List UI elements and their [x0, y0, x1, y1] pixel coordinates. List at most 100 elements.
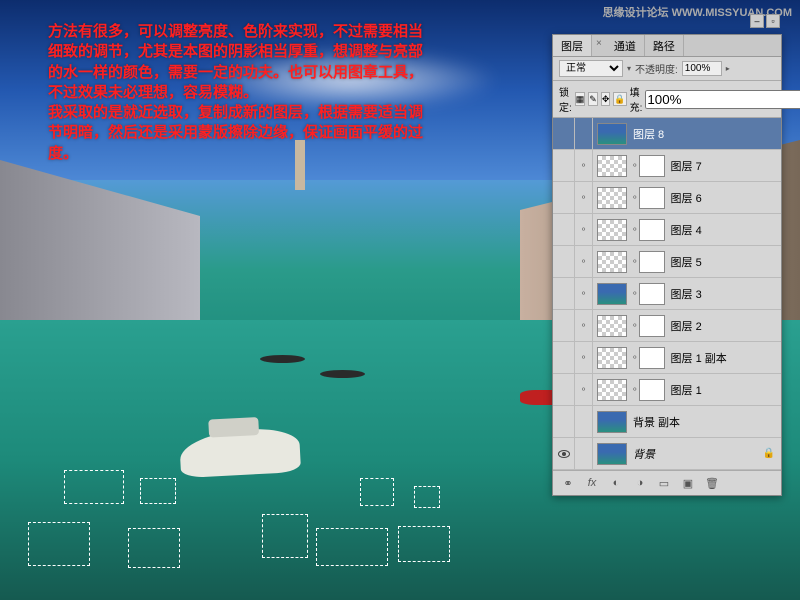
- link-column[interactable]: ⚬: [575, 214, 593, 245]
- marquee-selection[interactable]: [64, 470, 124, 504]
- layer-name[interactable]: 图层 1 副本: [669, 350, 727, 366]
- layer-thumbnail[interactable]: [597, 379, 627, 401]
- layer-row[interactable]: 背景 副本: [553, 406, 781, 438]
- layer-thumbnail[interactable]: [597, 123, 627, 145]
- layer-row[interactable]: ⚬⚬图层 2: [553, 310, 781, 342]
- marquee-selection[interactable]: [398, 526, 450, 562]
- layer-row[interactable]: ⚬⚬图层 7: [553, 150, 781, 182]
- layer-thumbnail[interactable]: [597, 411, 627, 433]
- mask-thumbnail[interactable]: [639, 347, 665, 369]
- layer-name[interactable]: 图层 6: [669, 190, 702, 206]
- link-column[interactable]: ⚬: [575, 342, 593, 373]
- marquee-selection[interactable]: [414, 486, 440, 508]
- visibility-toggle[interactable]: [553, 214, 575, 245]
- link-column[interactable]: ⚬: [575, 310, 593, 341]
- lock-controls: 锁定: ▦ ✎ ✥ 🔒 填充: ▸: [553, 81, 781, 118]
- mask-thumbnail[interactable]: [639, 187, 665, 209]
- layer-name[interactable]: 图层 8: [631, 126, 664, 142]
- marquee-selection[interactable]: [128, 528, 180, 568]
- layer-name[interactable]: 背景 副本: [631, 414, 680, 430]
- layers-list: 图层 8⚬⚬图层 7⚬⚬图层 6⚬⚬图层 4⚬⚬图层 5⚬⚬图层 3⚬⚬图层 2…: [553, 118, 781, 470]
- layer-row[interactable]: ⚬⚬图层 5: [553, 246, 781, 278]
- marquee-selection[interactable]: [140, 478, 176, 504]
- link-column[interactable]: [575, 438, 593, 469]
- layer-row[interactable]: 背景🔒: [553, 438, 781, 470]
- opacity-input[interactable]: [682, 61, 722, 76]
- tab-channels[interactable]: 通道: [606, 35, 645, 56]
- layer-thumbnail[interactable]: [597, 187, 627, 209]
- tab-paths[interactable]: 路径: [645, 35, 684, 56]
- layer-thumbnail[interactable]: [597, 315, 627, 337]
- visibility-toggle[interactable]: [553, 310, 575, 341]
- blend-mode-select[interactable]: 正常: [559, 60, 623, 77]
- layer-name[interactable]: 图层 2: [669, 318, 702, 334]
- visibility-toggle[interactable]: [553, 118, 575, 149]
- layer-name[interactable]: 图层 4: [669, 222, 702, 238]
- tab-layers[interactable]: 图层: [553, 35, 592, 56]
- layer-row[interactable]: ⚬⚬图层 1: [553, 374, 781, 406]
- mask-thumbnail[interactable]: [639, 283, 665, 305]
- mask-thumbnail[interactable]: [639, 379, 665, 401]
- layer-name[interactable]: 图层 5: [669, 254, 702, 270]
- layer-thumbnail[interactable]: [597, 251, 627, 273]
- minimize-icon[interactable]: –: [750, 14, 764, 28]
- lock-brush-icon[interactable]: ✎: [588, 92, 598, 106]
- visibility-toggle[interactable]: [553, 342, 575, 373]
- link-column[interactable]: ⚬: [575, 246, 593, 277]
- layer-row[interactable]: ⚬ ⚬ 图层 3: [553, 278, 781, 310]
- layer-row[interactable]: ⚬⚬图层 4: [553, 214, 781, 246]
- link-column[interactable]: [575, 406, 593, 437]
- lock-move-icon[interactable]: ✥: [601, 92, 611, 106]
- layer-row[interactable]: ⚬⚬图层 6: [553, 182, 781, 214]
- link-layers-icon[interactable]: ⚭: [559, 475, 577, 491]
- lock-all-icon[interactable]: 🔒: [613, 92, 626, 106]
- layer-name[interactable]: 图层 7: [669, 158, 702, 174]
- fill-input[interactable]: [645, 90, 800, 109]
- layer-thumbnail[interactable]: [597, 283, 627, 305]
- link-column[interactable]: [575, 118, 593, 149]
- layer-thumbnail[interactable]: [597, 443, 627, 465]
- visibility-toggle[interactable]: [553, 246, 575, 277]
- layer-thumbnail[interactable]: [597, 219, 627, 241]
- layers-panel: 图层 × 通道 路径 正常 ▾ 不透明度: ▸ 锁定: ▦ ✎ ✥ 🔒 填充: …: [552, 34, 782, 496]
- trash-icon[interactable]: 🗑: [703, 475, 721, 491]
- chain-icon: ⚬: [580, 256, 588, 267]
- lock-transparent-icon[interactable]: ▦: [575, 92, 586, 106]
- link-column[interactable]: ⚬: [575, 278, 593, 309]
- tab-close-icon[interactable]: ×: [592, 35, 606, 56]
- layer-thumbnail[interactable]: [597, 155, 627, 177]
- marquee-selection[interactable]: [360, 478, 394, 506]
- mask-thumbnail[interactable]: [639, 155, 665, 177]
- visibility-toggle[interactable]: [553, 374, 575, 405]
- group-icon[interactable]: ▭: [655, 475, 673, 491]
- link-column[interactable]: ⚬: [575, 150, 593, 181]
- visibility-toggle[interactable]: [553, 438, 575, 469]
- marquee-selection[interactable]: [28, 522, 90, 566]
- dock-icon[interactable]: ▫: [766, 14, 780, 28]
- instruction-text: 方法有很多，可以调整亮度、色阶来实现，不过需要相当 细致的调节，尤其是本图的阴影…: [48, 22, 548, 164]
- layer-name[interactable]: 图层 1: [669, 382, 702, 398]
- new-layer-icon[interactable]: ▣: [679, 475, 697, 491]
- arrow-right-icon[interactable]: ▸: [726, 64, 730, 73]
- link-column[interactable]: ⚬: [575, 374, 593, 405]
- visibility-toggle[interactable]: [553, 182, 575, 213]
- visibility-toggle[interactable]: [553, 278, 575, 309]
- link-column[interactable]: ⚬: [575, 182, 593, 213]
- mask-thumbnail[interactable]: [639, 315, 665, 337]
- layer-name[interactable]: 图层 3: [669, 286, 702, 302]
- chain-icon: ⚬: [631, 288, 639, 299]
- mask-thumbnail[interactable]: [639, 251, 665, 273]
- visibility-toggle[interactable]: [553, 150, 575, 181]
- adjustment-icon[interactable]: ◑: [631, 475, 649, 491]
- layer-row[interactable]: ⚬⚬图层 1 副本: [553, 342, 781, 374]
- layer-name[interactable]: 背景: [631, 446, 655, 462]
- mask-icon[interactable]: ◐: [607, 475, 625, 491]
- fx-icon[interactable]: fx: [583, 475, 601, 491]
- layer-row[interactable]: 图层 8: [553, 118, 781, 150]
- marquee-selection[interactable]: [316, 528, 388, 566]
- marquee-selection[interactable]: [262, 514, 308, 558]
- gondola: [260, 355, 305, 363]
- visibility-toggle[interactable]: [553, 406, 575, 437]
- layer-thumbnail[interactable]: [597, 347, 627, 369]
- mask-thumbnail[interactable]: [639, 219, 665, 241]
